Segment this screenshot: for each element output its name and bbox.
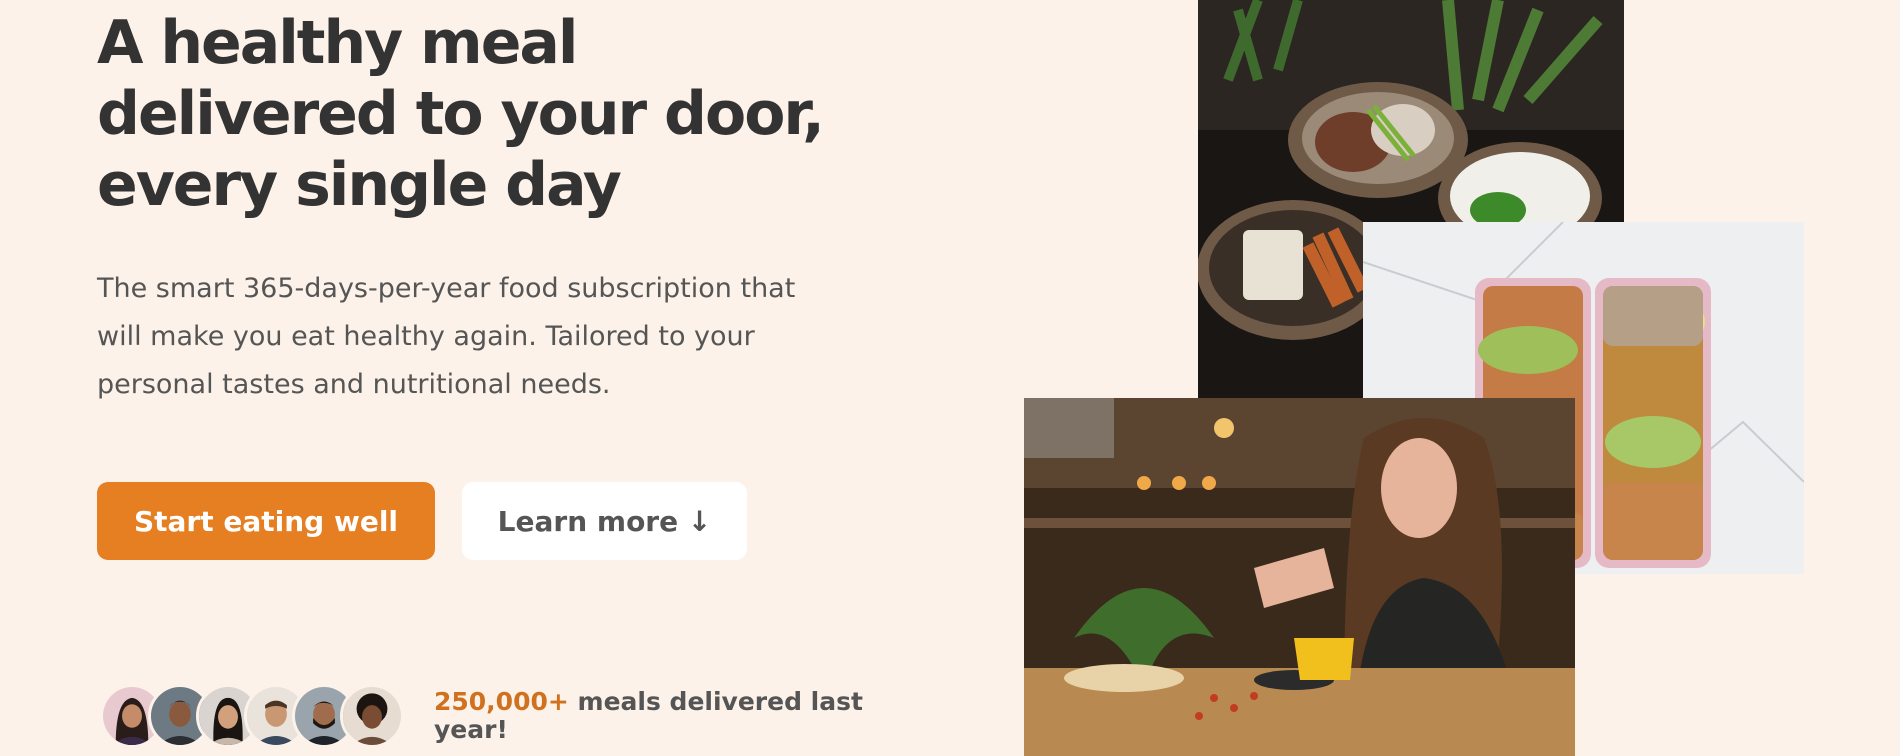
meals-delivered-text: 250,000+ meals delivered last year! (434, 688, 864, 744)
meals-delivered: 250,000+ meals delivered last year! (97, 680, 863, 756)
woman-eating-image (1024, 398, 1575, 756)
hero-description-line: The smart 365-days-per-year food subscri… (97, 273, 796, 304)
meals-delivered-count: 250,000+ (434, 687, 569, 716)
hero-description-line: will make you eat healthy again. Tailore… (97, 321, 755, 352)
meals-delivered-label: year! (434, 715, 508, 744)
hero-title: A healthy meal delivered to your door, e… (97, 8, 857, 221)
hero-title-line: delivered to your door, (97, 79, 825, 149)
learn-more-button[interactable]: Learn more ↓ (462, 482, 747, 560)
hero-description: The smart 365-days-per-year food subscri… (97, 265, 857, 409)
hero-section: A healthy meal delivered to your door, e… (0, 0, 1900, 756)
avatar (340, 684, 404, 748)
meals-delivered-label: meals delivered last (568, 687, 863, 716)
start-eating-well-button[interactable]: Start eating well (97, 482, 435, 560)
hero-title-line: A healthy meal (97, 8, 578, 78)
hero-description-line: personal tastes and nutritional needs. (97, 369, 611, 400)
hero-title-line: every single day (97, 150, 622, 220)
